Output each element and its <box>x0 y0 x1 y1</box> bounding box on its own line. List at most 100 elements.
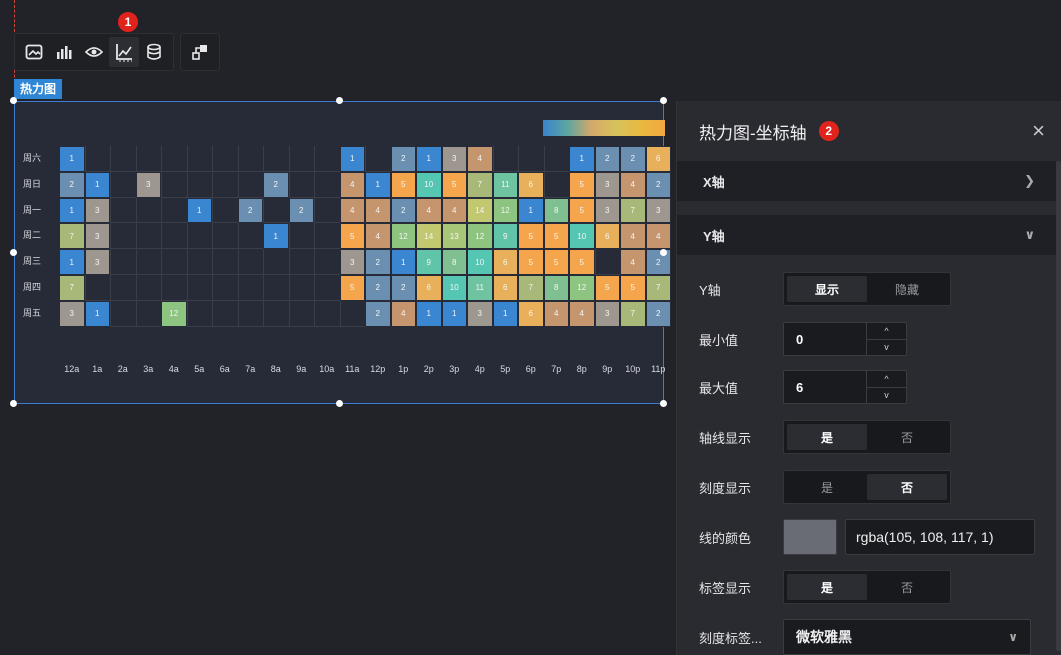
heatmap-cell[interactable]: 2 <box>365 249 391 275</box>
heatmap-cell[interactable]: 4 <box>390 300 416 327</box>
heatmap-cell[interactable] <box>288 171 314 198</box>
heatmap-cell[interactable]: 6 <box>594 223 620 250</box>
heatmap-cell[interactable]: 5 <box>569 249 595 275</box>
heatmap-cell[interactable]: 2 <box>237 197 263 224</box>
heatmap-cell[interactable] <box>263 300 289 327</box>
heatmap-cell[interactable]: 9 <box>492 223 518 250</box>
heatmap-cell[interactable]: 5 <box>569 171 595 198</box>
heatmap-cell[interactable]: 2 <box>390 146 416 172</box>
heatmap-cell[interactable]: 7 <box>645 274 671 301</box>
heatmap-cell[interactable]: 1 <box>569 146 595 172</box>
no-option[interactable]: 否 <box>867 424 947 450</box>
heatmap-cell[interactable]: 5 <box>543 223 569 250</box>
heatmap-cell[interactable] <box>186 300 212 327</box>
heatmap-cell[interactable] <box>543 146 569 172</box>
heatmap-cell[interactable]: 7 <box>467 171 493 198</box>
heatmap-cell[interactable]: 5 <box>339 223 365 250</box>
heatmap-cell[interactable] <box>110 274 136 301</box>
heatmap-cell[interactable]: 2 <box>365 300 391 327</box>
heatmap-cell[interactable]: 7 <box>620 300 646 327</box>
heatmap-cell[interactable]: 3 <box>441 146 467 172</box>
heatmap-cell[interactable] <box>212 274 238 301</box>
heatmap-cell[interactable]: 4 <box>365 223 391 250</box>
y-axis-section[interactable]: Y轴 ∨ <box>677 215 1061 255</box>
heatmap-cell[interactable] <box>314 146 340 172</box>
heatmap-cell[interactable]: 1 <box>416 300 442 327</box>
heatmap-cell[interactable] <box>110 300 136 327</box>
heatmap-cell[interactable] <box>212 300 238 327</box>
heatmap-cell[interactable]: 12 <box>569 274 595 301</box>
heatmap-cell[interactable] <box>288 274 314 301</box>
heatmap-cell[interactable] <box>492 146 518 172</box>
increment-icon[interactable]: ^ <box>867 323 906 340</box>
heatmap-cell[interactable] <box>110 146 136 172</box>
heatmap-cell[interactable]: 5 <box>594 274 620 301</box>
heatmap-cell[interactable]: 8 <box>543 274 569 301</box>
heatmap-cell[interactable]: 5 <box>441 171 467 198</box>
close-icon[interactable]: × <box>1032 118 1045 144</box>
heatmap-cell[interactable] <box>237 274 263 301</box>
heatmap-cell[interactable]: 3 <box>467 300 493 327</box>
resize-handle[interactable] <box>10 249 17 256</box>
heatmap-cell[interactable]: 3 <box>594 171 620 198</box>
heatmap-cell[interactable] <box>314 223 340 250</box>
yes-option[interactable]: 是 <box>787 424 867 450</box>
heatmap-cell[interactable]: 2 <box>263 171 289 198</box>
heatmap-cell[interactable]: 4 <box>416 197 442 224</box>
heatmap-cell[interactable] <box>161 274 187 301</box>
heatmap-cell[interactable]: 3 <box>84 197 110 224</box>
heatmap-cell[interactable] <box>161 197 187 224</box>
heatmap-cell[interactable]: 3 <box>339 249 365 275</box>
heatmap-cell[interactable]: 3 <box>594 197 620 224</box>
heatmap-cell[interactable]: 4 <box>441 197 467 224</box>
visual-map-colorbar[interactable] <box>543 120 665 136</box>
no-option[interactable]: 否 <box>867 474 947 500</box>
heatmap-cell[interactable]: 10 <box>467 249 493 275</box>
heatmap-cell[interactable]: 12 <box>390 223 416 250</box>
increment-icon[interactable]: ^ <box>867 371 906 388</box>
heatmap-cell[interactable]: 2 <box>645 171 671 198</box>
heatmap-cell[interactable] <box>314 197 340 224</box>
heatmap-cell[interactable] <box>135 300 161 327</box>
heatmap-cell[interactable]: 2 <box>59 171 85 198</box>
heatmap-cell[interactable]: 6 <box>492 274 518 301</box>
heatmap-cell[interactable]: 3 <box>645 197 671 224</box>
yes-option[interactable]: 是 <box>787 474 867 500</box>
heatmap-cell[interactable]: 10 <box>569 223 595 250</box>
heatmap-cell[interactable]: 8 <box>441 249 467 275</box>
heatmap-cell[interactable]: 4 <box>339 171 365 198</box>
heatmap-cell[interactable] <box>161 249 187 275</box>
heatmap-cell[interactable]: 6 <box>518 171 544 198</box>
heatmap-cell[interactable] <box>135 197 161 224</box>
heatmap-cell[interactable] <box>594 249 620 275</box>
heatmap-cell[interactable] <box>263 197 289 224</box>
heatmap-cell[interactable]: 4 <box>645 223 671 250</box>
heatmap-cell[interactable]: 3 <box>84 223 110 250</box>
heatmap-cell[interactable]: 4 <box>365 197 391 224</box>
heatmap-cell[interactable] <box>161 223 187 250</box>
line-color-swatch[interactable] <box>783 519 837 555</box>
yes-option[interactable]: 是 <box>787 574 867 600</box>
resize-handle[interactable] <box>336 400 343 407</box>
heatmap-cell[interactable] <box>212 146 238 172</box>
heatmap-cell[interactable]: 1 <box>84 300 110 327</box>
heatmap-cell[interactable]: 8 <box>543 197 569 224</box>
heatmap-cell[interactable]: 4 <box>620 223 646 250</box>
heatmap-cell[interactable]: 1 <box>492 300 518 327</box>
heatmap-cell[interactable]: 14 <box>416 223 442 250</box>
heatmap-cell[interactable]: 1 <box>263 223 289 250</box>
heatmap-cell[interactable]: 4 <box>620 249 646 275</box>
heatmap-cell[interactable] <box>237 223 263 250</box>
heatmap-cell[interactable] <box>263 274 289 301</box>
heatmap-cell[interactable]: 1 <box>59 249 85 275</box>
heatmap-cell[interactable]: 4 <box>620 171 646 198</box>
heatmap-cell[interactable]: 1 <box>339 146 365 172</box>
no-option[interactable]: 否 <box>867 574 947 600</box>
heatmap-cell[interactable] <box>212 249 238 275</box>
heatmap-cell[interactable]: 7 <box>59 274 85 301</box>
heatmap-cell[interactable]: 7 <box>59 223 85 250</box>
resize-handle[interactable] <box>10 400 17 407</box>
heatmap-cell[interactable]: 5 <box>518 223 544 250</box>
heatmap-cell[interactable]: 1 <box>518 197 544 224</box>
heatmap-cell[interactable]: 5 <box>569 197 595 224</box>
